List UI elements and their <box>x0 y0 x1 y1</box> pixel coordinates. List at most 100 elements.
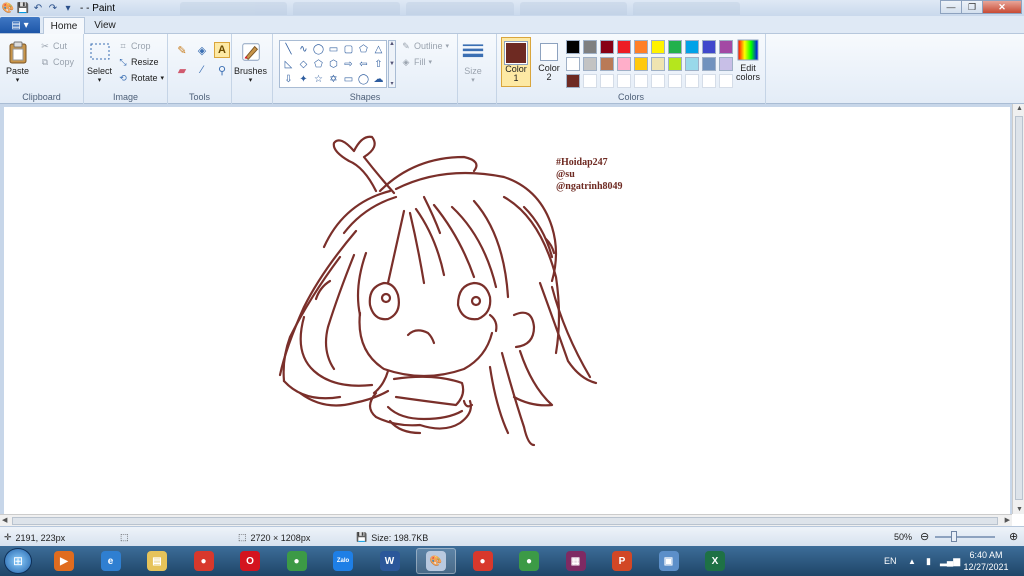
vertical-scroll-thumb[interactable] <box>1015 116 1023 500</box>
taskbar-app-media-player[interactable]: ▶ <box>44 548 84 574</box>
close-button[interactable]: ✕ <box>982 0 1022 14</box>
triangle-shape-icon[interactable]: △ <box>371 42 386 57</box>
palette-empty-swatch[interactable] <box>668 74 682 88</box>
callout-rect-icon[interactable]: ▭ <box>341 72 356 87</box>
taskbar-app-chrome-3[interactable]: ● <box>509 548 549 574</box>
tab-view[interactable]: View <box>88 17 122 34</box>
battery-icon[interactable]: ▮ <box>926 546 931 576</box>
horizontal-scrollbar[interactable]: ◀ ▶ <box>0 514 1012 526</box>
palette-swatch[interactable] <box>668 57 682 71</box>
taskbar-app-zalo[interactable]: Zalo <box>323 548 363 574</box>
minimize-button[interactable]: — <box>940 0 962 14</box>
tab-home[interactable]: Home <box>43 17 85 34</box>
palette-swatch[interactable] <box>566 57 580 71</box>
scroll-up-icon[interactable]: ▲ <box>1016 105 1023 112</box>
left-arrow-shape-icon[interactable]: ⇦ <box>356 57 371 72</box>
palette-swatch[interactable] <box>651 40 665 54</box>
paste-button[interactable]: Paste ▾ <box>6 40 29 84</box>
rotate-button[interactable]: ⟲ Rotate ▾ <box>118 73 164 84</box>
edit-colors-button[interactable]: Edit colors <box>733 38 763 82</box>
palette-swatch[interactable] <box>583 57 597 71</box>
size-button[interactable]: Size ▾ <box>462 40 484 84</box>
palette-empty-swatch[interactable] <box>617 74 631 88</box>
color-picker-icon[interactable]: ⁄ <box>194 62 210 78</box>
palette-empty-swatch[interactable] <box>651 74 665 88</box>
drawing-canvas[interactable]: #Hoidap247 @su @ngatrinh8049 <box>4 107 1010 514</box>
callout-oval-icon[interactable]: ◯ <box>356 72 371 87</box>
palette-swatch[interactable] <box>566 40 580 54</box>
palette-empty-swatch[interactable] <box>702 74 716 88</box>
network-signal-icon[interactable]: ▂▄▆ <box>940 546 960 576</box>
taskbar-app-chrome[interactable]: ● <box>184 548 224 574</box>
palette-swatch[interactable] <box>719 40 733 54</box>
fill-bucket-icon[interactable]: ◈ <box>194 42 210 58</box>
crop-button[interactable]: ⌗ Crop <box>118 41 150 52</box>
taskbar-app-internet-explorer[interactable]: e <box>91 548 131 574</box>
palette-swatch[interactable] <box>617 40 631 54</box>
outline-button[interactable]: ✎ Outline ▾ <box>401 41 449 52</box>
text-tool-icon[interactable]: A <box>214 42 230 58</box>
save-icon[interactable]: 💾 <box>17 2 29 14</box>
palette-swatch[interactable] <box>702 57 716 71</box>
palette-swatch[interactable] <box>634 57 648 71</box>
hexagon-shape-icon[interactable]: ⬡ <box>326 57 341 72</box>
zoom-in-icon[interactable]: ⊕ <box>1009 530 1018 543</box>
start-button[interactable]: ⊞ <box>4 548 32 574</box>
palette-empty-swatch[interactable] <box>634 74 648 88</box>
customize-qat-icon[interactable]: ▾ <box>62 2 74 14</box>
taskbar-app-winrar[interactable]: ▦ <box>556 548 596 574</box>
right-triangle-shape-icon[interactable]: ◺ <box>281 57 296 72</box>
resize-button[interactable]: ⤡ Resize <box>118 57 158 68</box>
horizontal-scroll-thumb[interactable] <box>12 517 998 525</box>
zoom-out-icon[interactable]: ⊖ <box>920 530 929 543</box>
palette-swatch[interactable] <box>600 40 614 54</box>
diamond-shape-icon[interactable]: ◇ <box>296 57 311 72</box>
color2-button[interactable]: Color 2 <box>535 37 563 87</box>
paint-app-icon[interactable]: 🎨 <box>2 2 14 14</box>
tray-expand-icon[interactable]: ▲ <box>908 546 916 576</box>
taskbar-app-excel[interactable]: X <box>695 548 735 574</box>
magnifier-icon[interactable]: ⚲ <box>214 62 230 78</box>
system-clock[interactable]: 6:40 AM 12/27/2021 <box>960 549 1012 573</box>
taskbar-app-file-explorer[interactable]: ▤ <box>137 548 177 574</box>
palette-swatch[interactable] <box>719 57 733 71</box>
vertical-scrollbar[interactable]: ▲ ▼ <box>1012 104 1024 514</box>
copy-button[interactable]: ⧉ Copy <box>40 57 74 68</box>
brushes-button[interactable]: Brushes ▾ <box>234 40 267 84</box>
up-arrow-shape-icon[interactable]: ⇧ <box>371 57 386 72</box>
palette-swatch[interactable] <box>583 40 597 54</box>
select-button[interactable]: Select ▾ <box>87 40 112 84</box>
taskbar-app-chrome-profile[interactable]: ● <box>277 548 317 574</box>
palette-empty-swatch[interactable] <box>685 74 699 88</box>
callout-cloud-icon[interactable]: ☁ <box>371 72 386 87</box>
four-point-star-icon[interactable]: ✦ <box>296 72 311 87</box>
taskbar-app-chrome-2[interactable]: ● <box>463 548 503 574</box>
undo-icon[interactable]: ↶ <box>32 2 44 14</box>
taskbar-app-paint[interactable]: 🎨 <box>416 548 456 574</box>
palette-swatch[interactable] <box>668 40 682 54</box>
oval-shape-icon[interactable]: ◯ <box>311 42 326 57</box>
scroll-left-icon[interactable]: ◀ <box>2 516 7 524</box>
taskbar-app-control-panel[interactable]: ▣ <box>649 548 689 574</box>
curve-shape-icon[interactable]: ∿ <box>296 42 311 57</box>
palette-swatch[interactable] <box>600 57 614 71</box>
language-indicator[interactable]: EN <box>884 546 897 576</box>
eraser-icon[interactable]: ▰ <box>174 62 190 78</box>
palette-empty-swatch[interactable] <box>600 74 614 88</box>
palette-empty-swatch[interactable] <box>719 74 733 88</box>
palette-swatch[interactable] <box>685 40 699 54</box>
rounded-rectangle-shape-icon[interactable]: ▢ <box>341 42 356 57</box>
right-arrow-shape-icon[interactable]: ⇨ <box>341 57 356 72</box>
pencil-icon[interactable]: ✎ <box>174 42 190 58</box>
palette-empty-swatch[interactable] <box>583 74 597 88</box>
palette-swatch[interactable] <box>685 57 699 71</box>
pentagon-shape-icon[interactable]: ⬠ <box>311 57 326 72</box>
cut-button[interactable]: ✂ Cut <box>40 41 67 52</box>
palette-swatch[interactable] <box>634 40 648 54</box>
taskbar-app-word[interactable]: W <box>370 548 410 574</box>
palette-swatch[interactable] <box>651 57 665 71</box>
palette-swatch[interactable] <box>566 74 580 88</box>
paste-dropdown-icon[interactable]: ▾ <box>16 76 20 84</box>
six-point-star-icon[interactable]: ✡ <box>326 72 341 87</box>
zoom-slider-thumb[interactable] <box>951 531 957 542</box>
